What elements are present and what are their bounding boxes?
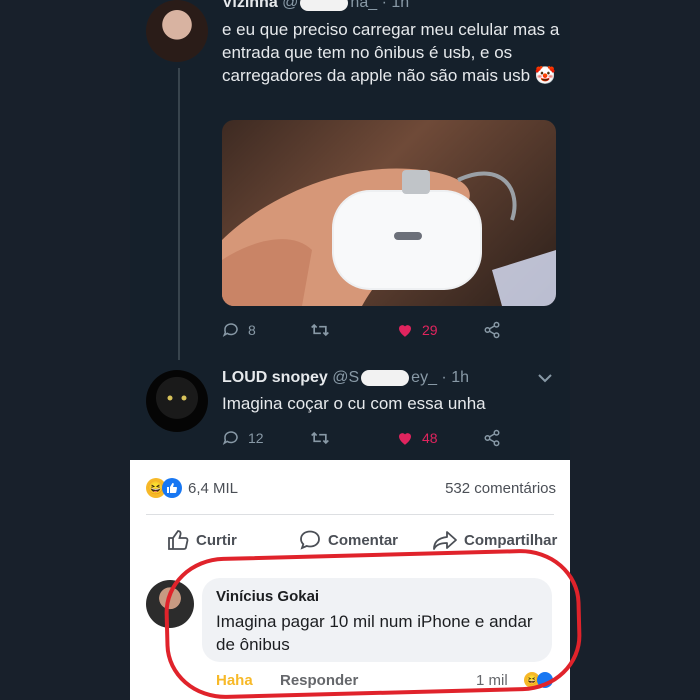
thumbs-up-icon [168,530,189,550]
like-label: Curtir [196,531,237,549]
tweet2-handle-end: ey_ [411,369,437,386]
tweet2-reply-button[interactable]: 12 [222,429,264,447]
tweet1-retweet-button[interactable] [310,321,338,339]
tweet1-like-button[interactable]: 29 [396,321,438,339]
tweet1-image[interactable] [222,120,556,306]
tweet2-author[interactable]: LOUD snopey @S ey_ · 1h [222,369,469,387]
reply-icon [222,431,238,446]
tweet1-time: · 1h [381,0,410,11]
tweet2-share-button[interactable] [482,429,510,447]
tweet1-handle-start: @ [282,0,299,11]
share-icon [484,429,500,447]
redaction-blur [361,369,410,386]
tweet1-handle-end: na_ [350,0,378,11]
share-arrow-icon [433,531,457,550]
tweet2-reply-count: 12 [248,430,264,446]
redaction-blur [300,0,349,11]
tweet2-handle: @S ey_ · 1h [332,369,469,386]
comment-reaction-count: 1 mil [476,672,508,689]
reply-icon [222,323,238,338]
commenter-avatar[interactable] [146,580,194,628]
comment-reactions-icon: 😆 [524,672,553,688]
heart-icon [399,325,411,337]
reactions-count: 6,4 MIL [188,479,239,497]
comment-bubble[interactable]: Vinícius Gokai Imagina pagar 10 mil num … [202,578,552,662]
tweet1-reply-count: 8 [248,322,256,338]
comments-count[interactable]: 532 comentários [445,480,556,497]
screenshot-frame: Vizinha @ na_ · 1h e eu que preciso carre… [130,0,570,700]
panther-icon [167,395,187,401]
comment-reaction-time: 1 mil [476,672,508,689]
like-reaction-icon [537,672,553,688]
comment-text: Imagina pagar 10 mil num iPhone e andar … [216,612,533,654]
like-button[interactable]: Curtir [166,528,237,552]
tweet2-avatar[interactable] [146,370,208,432]
tweet1-like-count: 29 [422,322,438,338]
tweet1-text: e eu que preciso carregar meu celular ma… [222,20,560,85]
retweet-icon [311,431,329,445]
comment-haha-label[interactable]: Haha [216,672,253,689]
tweet1-avatar[interactable] [146,0,208,62]
comment-label: Comentar [328,531,399,549]
tweet1-handle: @ na_ · 1h [282,0,409,11]
tweet2-retweet-button[interactable] [310,429,338,447]
divider [146,514,554,515]
comment-bubble-icon [300,530,320,550]
tweet2-time: · 1h [441,369,469,386]
tweet1-author[interactable]: Vizinha @ na_ · 1h [222,0,409,12]
heart-icon [399,433,411,445]
comment-reply-button[interactable]: Responder [280,672,358,689]
tweet1-share-button[interactable] [482,321,510,339]
like-reaction-icon [162,478,182,498]
share-label: Compartilhar [464,531,558,549]
comment-button[interactable]: Comentar [298,528,398,552]
charger-photo-icon [222,168,556,306]
tweet1-reply-button[interactable]: 8 [222,321,256,339]
thread-connector-line [178,68,180,360]
tweet2-like-button[interactable]: 48 [396,429,438,447]
retweet-icon [311,323,329,337]
tweet2-text: Imagina coçar o cu com essa unha [222,394,486,413]
share-post-button[interactable]: Compartilhar [432,528,557,552]
tweet2-like-count: 48 [422,430,438,446]
tweet2-name[interactable]: LOUD snopey [222,369,328,386]
reactions-summary[interactable]: 😆 6,4 MIL [146,478,238,498]
share-icon [484,321,500,339]
comment-author[interactable]: Vinícius Gokai [216,588,319,605]
tweet1-name[interactable]: Vizinha [222,0,278,11]
tweet2-more-chevron-icon[interactable] [538,370,552,388]
tweet2-handle-start: @S [332,369,360,386]
